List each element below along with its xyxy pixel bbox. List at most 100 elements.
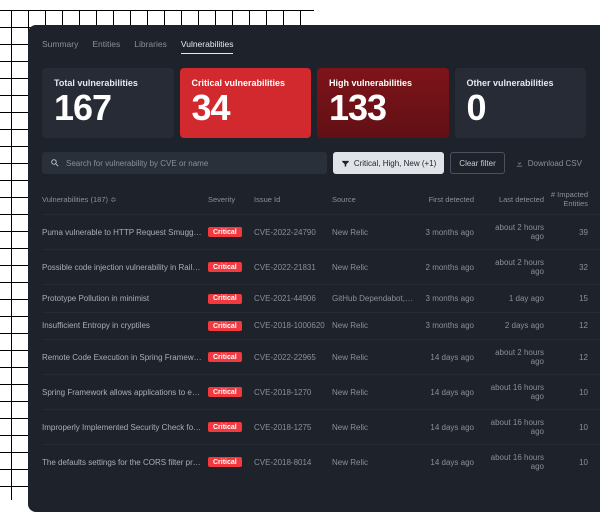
cell-source: New Relic (332, 263, 414, 272)
cell-impacted-entities: 32 (550, 263, 588, 272)
download-icon (515, 159, 524, 168)
cell-last-detected: about 16 hours ago (480, 383, 544, 401)
severity-badge: Critical (208, 422, 242, 432)
col-header-source[interactable]: Source (332, 195, 414, 204)
cell-last-detected: about 16 hours ago (480, 453, 544, 471)
cell-issue-id[interactable]: CVE-2021-44906 (254, 294, 326, 303)
cell-last-detected: about 2 hours ago (480, 223, 544, 241)
cell-issue-id[interactable]: CVE-2018-1275 (254, 423, 326, 432)
cell-name[interactable]: Prototype Pollution in minimist (42, 294, 202, 303)
filter-icon (341, 159, 350, 168)
table-row: Possible code injection vulnerability in… (42, 249, 600, 284)
cell-name[interactable]: The defaults settings for the CORS filte… (42, 458, 202, 467)
cell-issue-id[interactable]: CVE-2022-24790 (254, 228, 326, 237)
severity-badge: Critical (208, 321, 242, 331)
table-row: Remote Code Execution in Spring Framewor… (42, 339, 600, 374)
cell-name[interactable]: Remote Code Execution in Spring Framewor… (42, 353, 202, 362)
cell-last-detected: about 2 hours ago (480, 258, 544, 276)
cell-first-detected: 14 days ago (420, 353, 474, 362)
card-total[interactable]: Total vulnerabilities 167 (42, 68, 174, 138)
table-row: Improperly Implemented Security Check fo… (42, 409, 600, 444)
tab-bar: Summary Entities Libraries Vulnerabilities (42, 39, 600, 54)
severity-badge: Critical (208, 227, 242, 237)
cell-source: New Relic (332, 228, 414, 237)
severity-badge: Critical (208, 457, 242, 467)
table-row: Spring Framework allows applications to … (42, 374, 600, 409)
card-other-value: 0 (467, 90, 575, 126)
col-header-impacted-entities[interactable]: # Impacted Entities (550, 190, 588, 208)
col-header-first-detected[interactable]: First detected (420, 195, 474, 204)
controls-row: Critical, High, New (+1) Clear filter Do… (42, 152, 600, 174)
cell-severity: Critical (208, 352, 248, 363)
table-row: Insufficient Entropy in cryptiles Critica… (42, 312, 600, 340)
card-other[interactable]: Other vulnerabilities 0 (455, 68, 587, 138)
table-row: Puma vulnerable to HTTP Request Smugglin… (42, 214, 600, 249)
severity-badge: Critical (208, 352, 242, 362)
cell-name[interactable]: Puma vulnerable to HTTP Request Smugglin… (42, 228, 202, 237)
cell-issue-id[interactable]: CVE-2018-8014 (254, 458, 326, 467)
table-row: Prototype Pollution in minimist Critical C… (42, 284, 600, 312)
cell-first-detected: 3 months ago (420, 321, 474, 330)
card-high[interactable]: High vulnerabilities 133 (317, 68, 449, 138)
tab-entities[interactable]: Entities (92, 39, 120, 54)
cell-first-detected: 3 months ago (420, 228, 474, 237)
severity-badge: Critical (208, 262, 242, 272)
cell-first-detected: 14 days ago (420, 423, 474, 432)
cell-impacted-entities: 12 (550, 321, 588, 330)
cell-severity: Critical (208, 321, 248, 332)
card-total-value: 167 (54, 90, 162, 126)
filter-button[interactable]: Critical, High, New (+1) (333, 152, 444, 174)
download-csv-button[interactable]: Download CSV (511, 152, 586, 174)
clear-filter-label: Clear filter (459, 159, 495, 168)
cell-issue-id[interactable]: CVE-2018-1270 (254, 388, 326, 397)
tab-vulnerabilities[interactable]: Vulnerabilities (181, 39, 234, 54)
cell-issue-id[interactable]: CVE-2022-22965 (254, 353, 326, 362)
tab-libraries[interactable]: Libraries (134, 39, 167, 54)
vulnerabilities-table: Vulnerabilities (187) ≎ Severity Issue I… (42, 184, 600, 479)
clear-filter-button[interactable]: Clear filter (450, 152, 504, 174)
cell-source: New Relic (332, 423, 414, 432)
cell-last-detected: about 2 hours ago (480, 348, 544, 366)
cell-last-detected: 1 day ago (480, 294, 544, 303)
cell-issue-id[interactable]: CVE-2018-1000620 (254, 321, 326, 330)
cell-issue-id[interactable]: CVE-2022-21831 (254, 263, 326, 272)
cell-name[interactable]: Possible code injection vulnerability in… (42, 263, 202, 272)
cell-first-detected: 14 days ago (420, 458, 474, 467)
cell-severity: Critical (208, 457, 248, 468)
card-critical[interactable]: Critical vulnerabilities 34 (180, 68, 312, 138)
cell-source: New Relic (332, 321, 414, 330)
search-input-wrap[interactable] (42, 152, 327, 174)
cell-name[interactable]: Insufficient Entropy in cryptiles (42, 321, 202, 330)
cell-name[interactable]: Improperly Implemented Security Check fo… (42, 423, 202, 432)
cell-severity: Critical (208, 422, 248, 433)
cell-last-detected: about 16 hours ago (480, 418, 544, 436)
col-header-severity[interactable]: Severity (208, 195, 248, 204)
search-input[interactable] (66, 159, 319, 168)
severity-badge: Critical (208, 387, 242, 397)
tab-summary[interactable]: Summary (42, 39, 78, 54)
cell-severity: Critical (208, 293, 248, 304)
vulnerabilities-panel: Summary Entities Libraries Vulnerabilities … (28, 25, 600, 512)
cell-impacted-entities: 10 (550, 423, 588, 432)
col-header-name[interactable]: Vulnerabilities (187) ≎ (42, 195, 202, 204)
table-header: Vulnerabilities (187) ≎ Severity Issue I… (42, 184, 600, 214)
filter-label: Critical, High, New (+1) (354, 159, 436, 168)
col-header-last-detected[interactable]: Last detected (480, 195, 544, 204)
severity-badge: Critical (208, 294, 242, 304)
cell-first-detected: 2 months ago (420, 263, 474, 272)
cell-source: New Relic (332, 353, 414, 362)
card-high-value: 133 (329, 90, 437, 126)
cell-name[interactable]: Spring Framework allows applications to … (42, 388, 202, 397)
cell-impacted-entities: 15 (550, 294, 588, 303)
search-icon (50, 158, 60, 168)
cell-first-detected: 3 months ago (420, 294, 474, 303)
col-header-issue[interactable]: Issue Id (254, 195, 326, 204)
cell-impacted-entities: 12 (550, 353, 588, 362)
stat-cards: Total vulnerabilities 167 Critical vulne… (42, 68, 600, 138)
cell-severity: Critical (208, 262, 248, 273)
cell-source: New Relic (332, 458, 414, 467)
cell-source: GitHub Dependabot, New… (332, 294, 414, 303)
cell-impacted-entities: 10 (550, 388, 588, 397)
cell-impacted-entities: 39 (550, 228, 588, 237)
cell-last-detected: 2 days ago (480, 321, 544, 330)
